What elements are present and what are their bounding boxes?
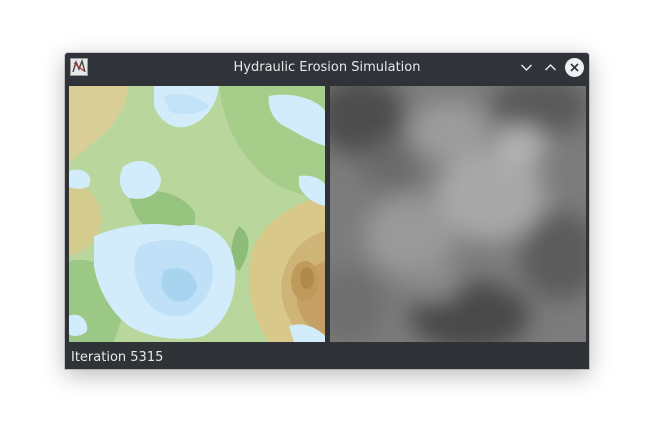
minimize-button[interactable] <box>517 58 536 77</box>
heightmap <box>330 86 586 342</box>
close-icon <box>570 63 579 72</box>
chevron-down-icon <box>520 64 533 72</box>
chevron-up-icon <box>544 63 557 71</box>
heightmap-view[interactable] <box>330 86 586 342</box>
window-title: Hydraulic Erosion Simulation <box>233 60 421 75</box>
close-button[interactable] <box>565 58 584 77</box>
title-bar[interactable]: Hydraulic Erosion Simulation <box>65 53 589 82</box>
maximize-button[interactable] <box>541 58 560 77</box>
app-window: Hydraulic Erosion Simulation Iteration 5… <box>65 53 589 369</box>
terrain-map-view[interactable] <box>69 86 325 342</box>
status-text: Iteration 5315 <box>71 350 164 365</box>
terrain-map <box>69 86 325 342</box>
